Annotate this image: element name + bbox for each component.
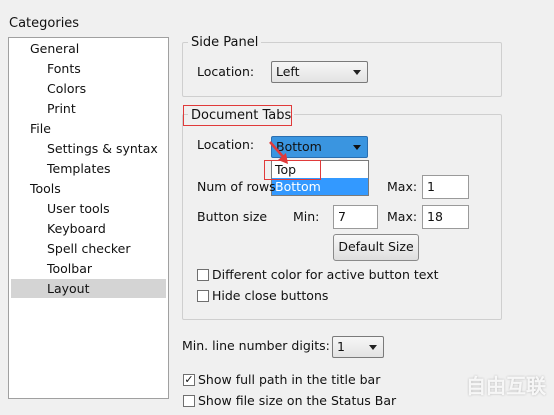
tree-item-print[interactable]: Print [47,99,76,118]
chevron-down-icon [353,145,361,150]
button-size-label: Button size [197,209,268,224]
tree-item-general[interactable]: General [30,39,79,58]
categories-tree[interactable]: General Fonts Colors Print File Settings… [8,37,169,399]
doc-tabs-location-label: Location: [197,137,255,152]
show-full-path-checkbox[interactable]: ✓ [183,374,195,386]
tree-item-file[interactable]: File [30,119,51,138]
hide-close-checkbox[interactable] [197,290,209,302]
button-size-max-label: Max: [387,209,418,224]
chevron-down-icon [353,70,361,75]
tree-item-spell-checker[interactable]: Spell checker [47,239,130,258]
show-file-size-checkbox[interactable] [183,395,195,407]
chevron-down-icon [369,345,377,350]
tree-item-toolbar[interactable]: Toolbar [47,259,92,278]
categories-title: Categories [9,16,80,31]
tree-item-keyboard[interactable]: Keyboard [47,219,106,238]
button-size-min-label: Min: [293,209,320,224]
min-line-digits-select[interactable]: 1 [332,336,384,358]
button-size-min-field[interactable]: 7 [333,205,378,229]
num-rows-max-field[interactable]: 1 [422,175,469,199]
tree-item-tools[interactable]: Tools [30,179,61,198]
side-panel-legend: Side Panel [188,35,262,50]
side-panel-location-label: Location: [197,64,255,79]
watermark: 自由互联 [466,374,546,398]
annotation-highlight-legend [183,105,292,126]
diff-color-checkbox[interactable] [197,269,209,281]
tree-item-user-tools[interactable]: User tools [47,199,110,218]
tree-item-fonts[interactable]: Fonts [47,59,81,78]
min-line-digits-label: Min. line number digits: [182,338,330,353]
tree-item-colors[interactable]: Colors [47,79,86,98]
show-full-path-label: Show full path in the title bar [198,372,381,387]
tree-item-layout[interactable]: Layout [11,279,166,298]
num-rows-max-label: Max: [387,179,418,194]
num-rows-label: Num of rows [197,179,276,194]
annotation-arrow-icon [269,141,288,164]
side-panel-location-select[interactable]: Left [271,61,368,83]
default-size-button[interactable]: Default Size [333,234,419,261]
hide-close-label: Hide close buttons [212,288,329,303]
min-line-digits-value: 1 [337,339,345,354]
show-file-size-label: Show file size on the Status Bar [198,393,397,408]
side-panel-location-value: Left [276,64,300,79]
diff-color-label: Different color for active button text [212,267,439,282]
tree-item-settings-syntax[interactable]: Settings & syntax [47,139,158,158]
dropdown-option-bottom[interactable]: Bottom [272,178,368,195]
button-size-max-field[interactable]: 18 [422,205,469,229]
tree-item-templates[interactable]: Templates [47,159,111,178]
